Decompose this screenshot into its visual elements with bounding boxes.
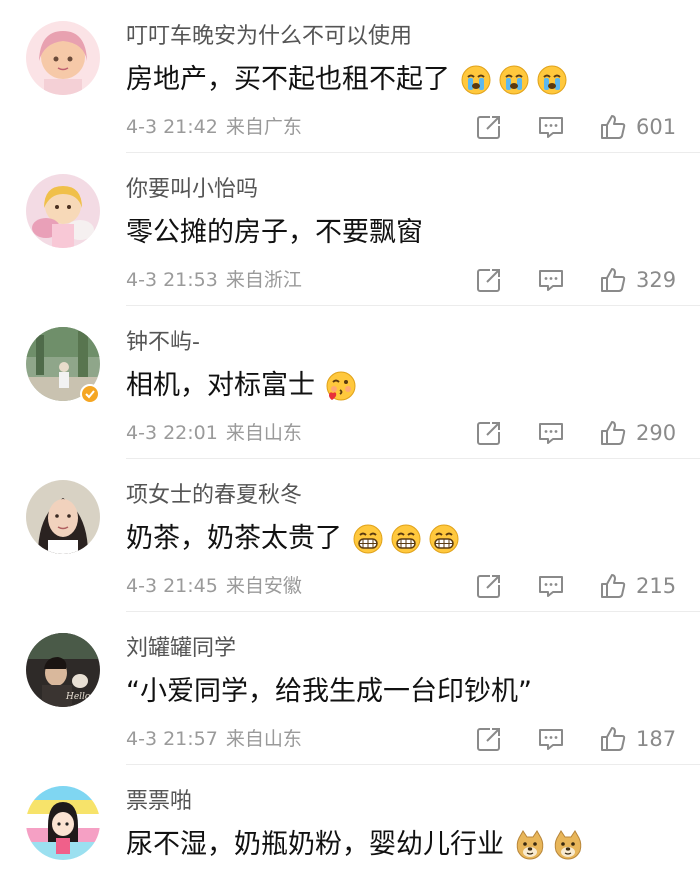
comment-text: 奶茶，奶茶太贵了 (126, 523, 342, 554)
like-button[interactable]: 601 (598, 112, 676, 142)
comment-location: 来自安徽 (225, 575, 302, 597)
like-count: 215 (636, 574, 677, 598)
like-count: 329 (636, 268, 677, 292)
comment-actions: 329 (474, 265, 678, 295)
comment-icon[interactable] (536, 571, 566, 601)
comment-item: 钟不屿- 相机，对标富士 4-3 22:01 来自山东 290 (0, 306, 700, 459)
comment-meta: 4-3 21:57 来自山东 (126, 726, 302, 752)
comment-item: 你要叫小怡吗 零公摊的房子，不要飘窗 4-3 21:53 来自浙江 329 (0, 153, 700, 306)
grin-emoji (428, 523, 460, 555)
username[interactable]: 钟不屿- (126, 328, 200, 358)
like-count: 290 (636, 421, 677, 445)
grin-emoji (352, 523, 384, 555)
kiss-emoji (325, 370, 357, 402)
comment-actions: 187 (474, 724, 678, 754)
comment-date: 4-3 21:57 (126, 728, 218, 750)
username[interactable]: 叮叮车晚安为什么不可以使用 (126, 22, 412, 52)
doge-emoji (552, 829, 584, 861)
comment-actions: 290 (474, 418, 678, 448)
like-button[interactable]: 187 (598, 724, 676, 754)
doge-emoji (514, 829, 546, 861)
comment-content-row: 零公摊的房子，不要飘窗 (126, 213, 423, 253)
comment-meta: 4-3 21:53 来自浙江 (126, 267, 302, 293)
comment-list: 叮叮车晚安为什么不可以使用 房地产，买不起也租不起了 4-3 21:42 来自广东 (0, 0, 700, 875)
verified-badge (80, 384, 100, 404)
svg-text:Hello: Hello (65, 692, 91, 702)
like-count: 187 (636, 727, 677, 751)
comment-location: 来自山东 (225, 728, 302, 750)
username[interactable]: 项女士的春夏秋冬 (126, 481, 302, 511)
emoji-row (454, 64, 568, 96)
comment-meta: 4-3 21:45 来自安徽 (126, 573, 302, 599)
crying-emoji (536, 64, 568, 96)
comment-text: 相机，对标富士 (126, 370, 315, 401)
crying-emoji (460, 64, 492, 96)
emoji-row (319, 370, 357, 402)
like-button[interactable]: 290 (598, 418, 676, 448)
crying-emoji (498, 64, 530, 96)
comment-content-row: 相机，对标富士 (126, 366, 357, 406)
comment-actions: 601 (474, 112, 678, 142)
share-icon[interactable] (474, 265, 504, 295)
comment-meta: 4-3 22:01 来自山东 (126, 420, 302, 446)
comment-icon[interactable] (536, 112, 566, 142)
avatar[interactable] (26, 480, 100, 554)
emoji-row (346, 523, 460, 555)
comment-item: 叮叮车晚安为什么不可以使用 房地产，买不起也租不起了 4-3 21:42 来自广东 (0, 0, 700, 153)
comment-icon[interactable] (536, 724, 566, 754)
comment-content-row: 房地产，买不起也租不起了 (126, 60, 568, 100)
like-count: 601 (636, 115, 677, 139)
comment-location: 来自山东 (225, 422, 302, 444)
comment-text: 尿不湿，奶瓶奶粉，婴幼儿行业 (126, 829, 504, 860)
username[interactable]: 票票啪 (126, 787, 192, 817)
comment-text: “小爱同学，给我生成一台印钞机” (126, 676, 532, 707)
comment-item: Hello 刘罐罐同学 “小爱同学，给我生成一台印钞机” 4-3 21:57 来自… (0, 612, 700, 765)
comment-date: 4-3 21:42 (126, 116, 218, 138)
avatar[interactable] (26, 786, 100, 860)
comment-text: 零公摊的房子，不要飘窗 (126, 217, 423, 248)
share-icon[interactable] (474, 112, 504, 142)
username[interactable]: 刘罐罐同学 (126, 634, 236, 664)
thumbs-up-icon (598, 112, 628, 142)
share-icon[interactable] (474, 418, 504, 448)
like-button[interactable]: 329 (598, 265, 676, 295)
comment-text: 房地产，买不起也租不起了 (126, 64, 450, 95)
comment-content-row: “小爱同学，给我生成一台印钞机” (126, 672, 532, 712)
comment-date: 4-3 21:45 (126, 575, 218, 597)
share-icon[interactable] (474, 571, 504, 601)
comment-content-row: 尿不湿，奶瓶奶粉，婴幼儿行业 (126, 825, 584, 865)
like-button[interactable]: 215 (598, 571, 676, 601)
comment-icon[interactable] (536, 418, 566, 448)
emoji-row (508, 829, 584, 861)
comment-location: 来自浙江 (225, 269, 302, 291)
comment-actions: 215 (474, 571, 678, 601)
avatar[interactable] (26, 21, 100, 95)
thumbs-up-icon (598, 571, 628, 601)
username[interactable]: 你要叫小怡吗 (126, 175, 258, 205)
comment-meta: 4-3 21:42 来自广东 (126, 114, 302, 140)
comment-location: 来自广东 (225, 116, 302, 138)
thumbs-up-icon (598, 418, 628, 448)
share-icon[interactable] (474, 724, 504, 754)
thumbs-up-icon (598, 724, 628, 754)
comment-date: 4-3 22:01 (126, 422, 218, 444)
comment-content-row: 奶茶，奶茶太贵了 (126, 519, 460, 559)
comment-item: 项女士的春夏秋冬 奶茶，奶茶太贵了 4-3 21:45 来自安徽 215 (0, 459, 700, 612)
avatar[interactable]: Hello (26, 633, 100, 707)
grin-emoji (390, 523, 422, 555)
comment-icon[interactable] (536, 265, 566, 295)
comment-date: 4-3 21:53 (126, 269, 218, 291)
avatar[interactable] (26, 174, 100, 248)
thumbs-up-icon (598, 265, 628, 295)
comment-item: 票票啪 尿不湿，奶瓶奶粉，婴幼儿行业 (0, 765, 700, 875)
